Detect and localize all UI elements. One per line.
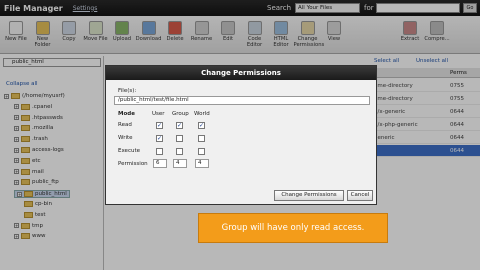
files-label: File(s):	[118, 88, 137, 94]
group-execute-checkbox[interactable]	[176, 148, 183, 155]
group-read-checkbox[interactable]: ✓	[176, 122, 183, 129]
group-write-checkbox[interactable]	[176, 135, 183, 142]
tutorial-callout: Group will have only read access.	[198, 213, 388, 243]
write-label: Write	[118, 135, 133, 141]
user-permission-input[interactable]: 6	[153, 159, 167, 168]
execute-label: Execute	[118, 148, 140, 154]
read-label: Read	[118, 122, 132, 128]
user-write-checkbox[interactable]: ✓	[156, 135, 163, 142]
world-header: World	[194, 111, 210, 117]
group-permission-input[interactable]: 4	[173, 159, 187, 168]
cancel-button[interactable]: Cancel	[347, 190, 373, 201]
files-input[interactable]: /public_html/test/file.html	[114, 96, 370, 105]
world-execute-checkbox[interactable]	[198, 148, 205, 155]
permission-label: Permission	[118, 161, 148, 167]
world-write-checkbox[interactable]	[198, 135, 205, 142]
world-read-checkbox[interactable]: ✓	[198, 122, 205, 129]
group-header: Group	[172, 111, 189, 117]
world-permission-input[interactable]: 4	[195, 159, 209, 168]
change-permissions-dialog: Change Permissions File(s): /public_html…	[105, 65, 377, 205]
user-header: User	[152, 111, 165, 117]
mode-header: Mode	[118, 111, 135, 117]
change-permissions-button[interactable]: Change Permissions	[274, 190, 344, 201]
dialog-title: Change Permissions	[106, 66, 376, 80]
user-execute-checkbox[interactable]	[156, 148, 163, 155]
user-read-checkbox[interactable]: ✓	[156, 122, 163, 129]
